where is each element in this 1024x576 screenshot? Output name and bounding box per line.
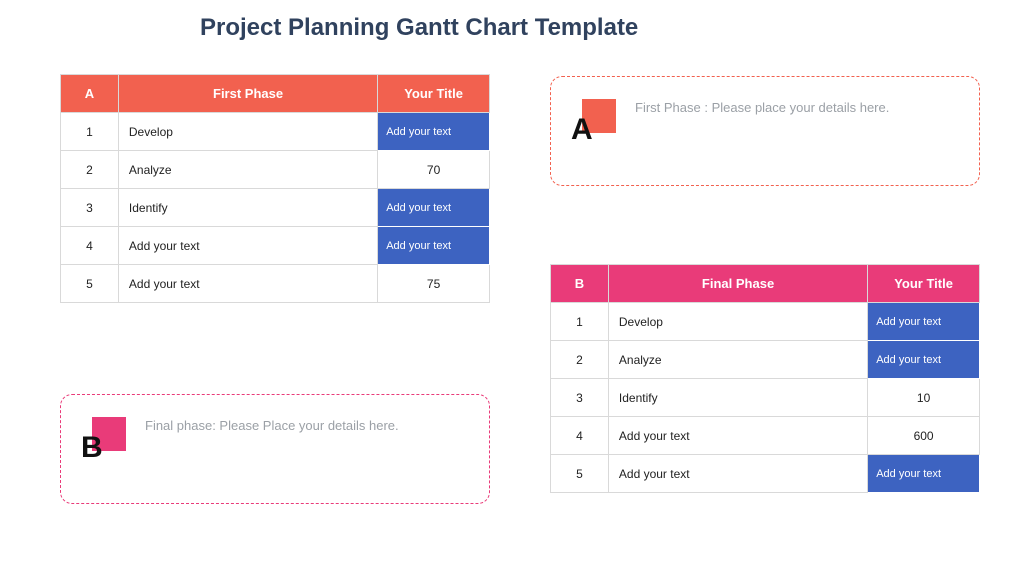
row-value-button[interactable]: Add your text [378,227,490,265]
row-value-button[interactable]: Add your text [868,455,980,493]
row-value: 600 [868,417,980,455]
table-row: 3Identify10 [551,379,980,417]
table-a: A First Phase Your Title 1DevelopAdd you… [60,74,490,303]
table-row: 4Add your text600 [551,417,980,455]
row-number: 3 [551,379,609,417]
row-number: 1 [551,303,609,341]
row-number: 3 [61,189,119,227]
table-row: 2AnalyzeAdd your text [551,341,980,379]
row-label[interactable]: Add your text [608,417,867,455]
note-a: A First Phase : Please place your detail… [550,76,980,186]
row-label[interactable]: Add your text [608,455,867,493]
row-number: 2 [551,341,609,379]
row-number: 4 [551,417,609,455]
row-value-button[interactable]: Add your text [378,189,490,227]
row-number: 5 [61,265,119,303]
note-b-text: Final phase: Please Place your details h… [145,413,399,435]
table-b-header-id: B [551,265,609,303]
table-b-header-title: Your Title [868,265,980,303]
row-number: 2 [61,151,119,189]
note-a-text: First Phase : Please place your details … [635,95,889,117]
table-row: 5Add your textAdd your text [551,455,980,493]
row-number: 1 [61,113,119,151]
row-label[interactable]: Add your text [118,227,377,265]
row-value-button[interactable]: Add your text [868,341,980,379]
letter-b-icon: B [81,417,127,463]
table-a-header-id: A [61,75,119,113]
row-label[interactable]: Develop [608,303,867,341]
table-row: 3IdentifyAdd your text [61,189,490,227]
row-label[interactable]: Identify [608,379,867,417]
row-label[interactable]: Analyze [608,341,867,379]
note-b: B Final phase: Please Place your details… [60,394,490,504]
table-row: 1DevelopAdd your text [61,113,490,151]
table-a-header-phase: First Phase [118,75,377,113]
table-a-header-title: Your Title [378,75,490,113]
table-row: 4Add your textAdd your text [61,227,490,265]
table-b: B Final Phase Your Title 1DevelopAdd you… [550,264,980,493]
table-b-header-phase: Final Phase [608,265,867,303]
row-label[interactable]: Identify [118,189,377,227]
table-row: 5Add your text75 [61,265,490,303]
row-value-button[interactable]: Add your text [868,303,980,341]
table-row: 2Analyze70 [61,151,490,189]
row-value: 10 [868,379,980,417]
page-title: Project Planning Gantt Chart Template [200,14,638,42]
row-number: 5 [551,455,609,493]
note-a-letter: A [571,113,593,147]
letter-a-icon: A [571,99,617,145]
row-value: 70 [378,151,490,189]
row-label[interactable]: Develop [118,113,377,151]
note-b-letter: B [81,431,103,465]
row-number: 4 [61,227,119,265]
table-row: 1DevelopAdd your text [551,303,980,341]
row-value: 75 [378,265,490,303]
row-label[interactable]: Analyze [118,151,377,189]
row-value-button[interactable]: Add your text [378,113,490,151]
row-label[interactable]: Add your text [118,265,377,303]
